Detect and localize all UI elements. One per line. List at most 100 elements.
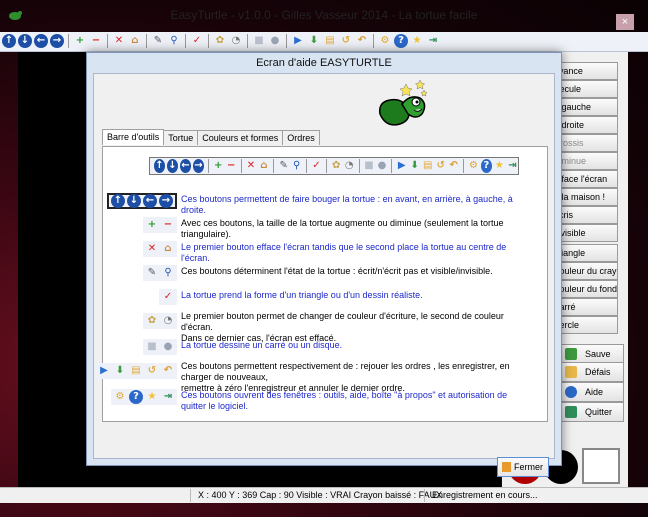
erase-icon[interactable]: ✕ [112,34,126,48]
bucket-icon[interactable]: ◔ [229,34,243,48]
tri-icon[interactable]: ✓ [190,34,204,48]
toolbar-separator [273,159,275,173]
status-recording: Enregistrement en cours... [432,490,538,500]
square-icon[interactable]: ■ [252,34,266,48]
replay-icon[interactable]: ▶ [396,159,407,173]
help-icon[interactable]: ? [129,390,143,404]
about-icon[interactable]: ★ [145,390,159,404]
down-icon[interactable]: ↓ [18,34,32,48]
about-icon[interactable]: ★ [410,34,424,48]
tools-icon[interactable]: ⚙ [468,159,479,173]
window-close-button[interactable]: × [616,14,634,30]
help-row: ▶ ⬇ ▤ ↺ ↶ Ces boutons permettent respectiveme… [95,361,549,393]
help-row-icons: ■ ● [143,339,177,355]
save-icon[interactable]: ⬇ [409,159,420,173]
square-icon[interactable]: ■ [145,340,159,354]
quit-icon[interactable]: ⇥ [161,390,175,404]
right-icon[interactable]: → [50,34,64,48]
reset-icon[interactable]: ↺ [145,364,159,378]
help-row: + − Avec ces boutons, la taille de la tort… [103,215,549,239]
pen-icon[interactable]: ✎ [278,159,289,173]
save-button[interactable]: Sauve [556,344,624,364]
tri-icon[interactable]: ✓ [161,290,175,304]
up-icon[interactable]: ↑ [154,159,165,173]
bucket-icon[interactable]: ◔ [344,159,355,173]
disc-icon[interactable]: ● [161,340,175,354]
quit-icon[interactable]: ⇥ [426,34,440,48]
up-icon[interactable]: ↑ [111,194,125,208]
toolbar-help-panel: ↑ ↓ ← → + − ✕ ⌂ ✎ ⚲ ✓ ✿ ◔ ■ ● ▶ ⬇ ▤ ↺ ↶ ⚙? ★ ⇥ ↑ ↓ ← → Ces boutons… [95,146,549,422]
right-icon[interactable]: → [159,194,173,208]
pen-icon[interactable]: ✎ [145,266,159,280]
folder-icon[interactable]: ▤ [323,34,337,48]
tab-colors-shapes[interactable]: Couleurs et formes [197,130,284,145]
tools-icon[interactable]: ⚙ [378,34,392,48]
home-icon[interactable]: ⌂ [161,242,175,256]
replay-icon[interactable]: ▶ [97,364,111,378]
turtle-mascot-image [378,79,428,126]
disc-icon[interactable]: ● [268,34,282,48]
exit-icon [565,406,577,418]
plus-icon[interactable]: + [213,159,224,173]
tab-turtle[interactable]: Tortue [163,130,199,145]
quit-button[interactable]: Quitter [556,402,624,422]
invis-icon[interactable]: ⚲ [161,266,175,280]
down-icon[interactable]: ↓ [127,194,141,208]
plus-icon[interactable]: + [73,34,87,48]
help-row-text: Ces boutons ouvrent des fenêtres : outil… [181,390,508,411]
undo-icon[interactable]: ↶ [355,34,369,48]
turtle-app-icon [9,11,22,20]
palette-icon[interactable]: ✿ [331,159,342,173]
right-icon[interactable]: → [192,159,204,173]
up-icon[interactable]: ↑ [2,34,16,48]
help-icon[interactable]: ? [480,159,492,173]
left-icon[interactable]: ← [143,194,157,208]
tri-icon[interactable]: ✓ [311,159,322,173]
reset-icon[interactable]: ↺ [435,159,446,173]
tools-icon[interactable]: ⚙ [113,390,127,404]
minus-icon[interactable]: − [89,34,103,48]
undo-icon[interactable]: ↶ [448,159,459,173]
left-icon[interactable]: ← [34,34,48,48]
minus-icon[interactable]: − [161,218,175,232]
save-icon[interactable]: ⬇ [307,34,321,48]
reset-icon[interactable]: ↺ [339,34,353,48]
folder-icon[interactable]: ▤ [422,159,433,173]
invis-icon[interactable]: ⚲ [167,34,181,48]
undo-icon[interactable]: ↶ [161,364,175,378]
down-icon[interactable]: ↓ [166,159,178,173]
window-title: EasyTurtle - v1.0.0 - Gilles Vasseur 201… [170,8,478,22]
square-icon[interactable]: ■ [363,159,374,173]
folder-icon[interactable]: ▤ [129,364,143,378]
erase-icon[interactable]: ✕ [145,242,159,256]
undo-button[interactable]: Défais [556,362,624,382]
tab-orders[interactable]: Ordres [282,130,320,145]
save-icon[interactable]: ⬇ [113,364,127,378]
plus-icon[interactable]: + [145,218,159,232]
toolbar-separator [68,34,69,48]
home-icon[interactable]: ⌂ [258,159,269,173]
bucket-icon[interactable]: ◔ [161,314,175,328]
home-icon[interactable]: ⌂ [128,34,142,48]
help-row-icons: ✎ ⚲ [143,265,177,281]
help-icon [565,386,577,398]
minus-icon[interactable]: − [226,159,237,173]
about-icon[interactable]: ★ [494,159,505,173]
invis-icon[interactable]: ⚲ [291,159,302,173]
dialog-tabs: Barre d'outils Tortue Couleurs et formes… [102,129,320,146]
help-button[interactable]: Aide [556,382,624,402]
tab-toolbar[interactable]: Barre d'outils [102,129,165,145]
palette-icon[interactable]: ✿ [145,314,159,328]
left-icon[interactable]: ← [179,159,191,173]
help-icon[interactable]: ? [394,34,408,48]
quit-icon[interactable]: ⇥ [507,159,518,173]
close-dialog-button[interactable]: Fermer [497,457,549,477]
pen-icon[interactable]: ✎ [151,34,165,48]
toolbar-preview-strip: ↑ ↓ ← → + − ✕ ⌂ ✎ ⚲ ✓ ✿ ◔ ■ ● ▶ ⬇ ▤ ↺ ↶ ⚙? ★ ⇥ [149,157,519,175]
erase-icon[interactable]: ✕ [245,159,256,173]
palette-icon[interactable]: ✿ [213,34,227,48]
toolbar-separator [240,159,242,173]
disc-icon[interactable]: ● [376,159,387,173]
replay-icon[interactable]: ▶ [291,34,305,48]
dialog-body: Barre d'outils Tortue Couleurs et formes… [93,73,555,477]
